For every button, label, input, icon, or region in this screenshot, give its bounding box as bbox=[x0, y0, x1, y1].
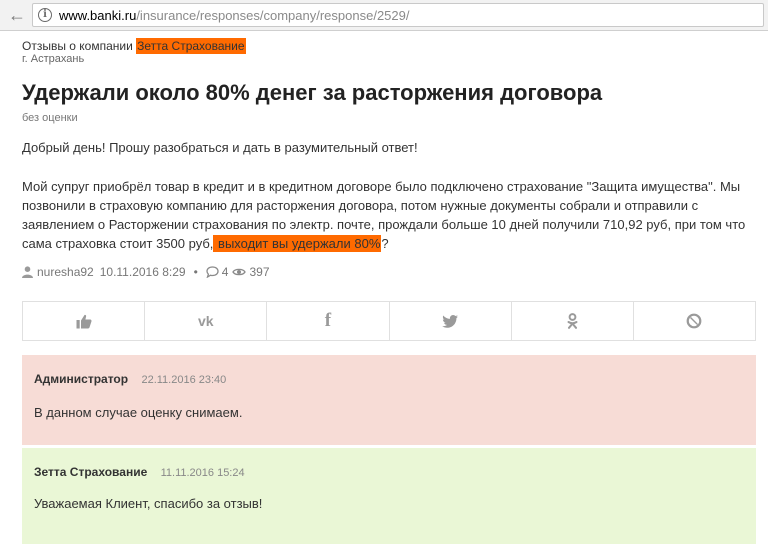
review-rating: без оценки bbox=[22, 112, 78, 124]
share-livejournal-button[interactable] bbox=[634, 302, 755, 340]
comment-company: Зетта Страхование 11.11.2016 15:24 Уважа… bbox=[22, 448, 756, 544]
comment-icon bbox=[206, 266, 219, 278]
comments-count: 4 bbox=[221, 265, 229, 279]
comment-admin: Администратор 22.11.2016 23:40 В данном … bbox=[22, 355, 756, 445]
eye-icon bbox=[232, 268, 247, 276]
review-paragraph-2-end: ? bbox=[381, 236, 389, 251]
review-paragraph-2: Мой супруг приобрёл товар в кредит и в к… bbox=[22, 177, 756, 253]
views-count: 397 bbox=[249, 265, 270, 279]
meta-separator: • bbox=[193, 265, 198, 279]
company-line: Отзывы о компании Зетта Страхование bbox=[22, 38, 246, 54]
share-odnoklassniki-button[interactable] bbox=[512, 302, 634, 340]
comment-text: В данном случае оценку снимаем. bbox=[34, 405, 243, 420]
facebook-icon: f bbox=[324, 310, 332, 331]
comment-text: Уважаемая Клиент, спасибо за отзыв! bbox=[34, 496, 263, 511]
comment-date: 22.11.2016 23:40 bbox=[141, 374, 227, 386]
comment-author: Администратор bbox=[34, 372, 129, 386]
livejournal-icon bbox=[687, 313, 702, 329]
twitter-icon bbox=[442, 314, 459, 328]
url-field[interactable]: i www.banki.ru/insurance/responses/compa… bbox=[32, 3, 764, 27]
comment-author: Зетта Страхование bbox=[34, 465, 148, 479]
url-host: www.banki.ru bbox=[59, 8, 137, 23]
browser-address-bar: ← i www.banki.ru/insurance/responses/com… bbox=[0, 0, 768, 31]
share-vk-button[interactable]: vk bbox=[145, 302, 268, 340]
odnoklassniki-icon bbox=[567, 313, 578, 329]
city: г. Астрахань bbox=[22, 53, 85, 65]
url-text: www.banki.ru/insurance/responses/company… bbox=[59, 8, 409, 23]
url-path: /insurance/responses/company/response/25… bbox=[136, 8, 410, 23]
review-datetime: 10.11.2016 8:29 bbox=[99, 265, 186, 279]
user-icon bbox=[22, 266, 33, 278]
back-arrow-icon[interactable]: ← bbox=[6, 5, 28, 25]
comment-date: 11.11.2016 15:24 bbox=[160, 467, 245, 479]
info-icon[interactable]: i bbox=[38, 8, 52, 22]
like-icon bbox=[76, 314, 92, 328]
company-link[interactable]: Зетта Страхование bbox=[136, 38, 246, 54]
review-paragraph-1: Добрый день! Прошу разобраться и дать в … bbox=[22, 140, 418, 155]
review-meta: nuresha92 10.11.2016 8:29 • 4 397 bbox=[22, 265, 270, 279]
share-like-button[interactable] bbox=[23, 302, 146, 340]
comment-header: Администратор 22.11.2016 23:40 bbox=[34, 372, 226, 387]
author-link[interactable]: nuresha92 bbox=[37, 265, 94, 279]
share-bar: vk f bbox=[22, 301, 756, 341]
share-twitter-button[interactable] bbox=[390, 302, 512, 340]
vk-icon: vk bbox=[197, 313, 214, 329]
review-title: Удержали около 80% денег за расторжения … bbox=[22, 80, 603, 105]
company-prefix: Отзывы о компании bbox=[22, 39, 133, 53]
review-highlight: выходит вы удержали 80% bbox=[213, 235, 382, 252]
comment-header: Зетта Страхование 11.11.2016 15:24 bbox=[34, 465, 245, 480]
share-facebook-button[interactable]: f bbox=[267, 302, 390, 340]
